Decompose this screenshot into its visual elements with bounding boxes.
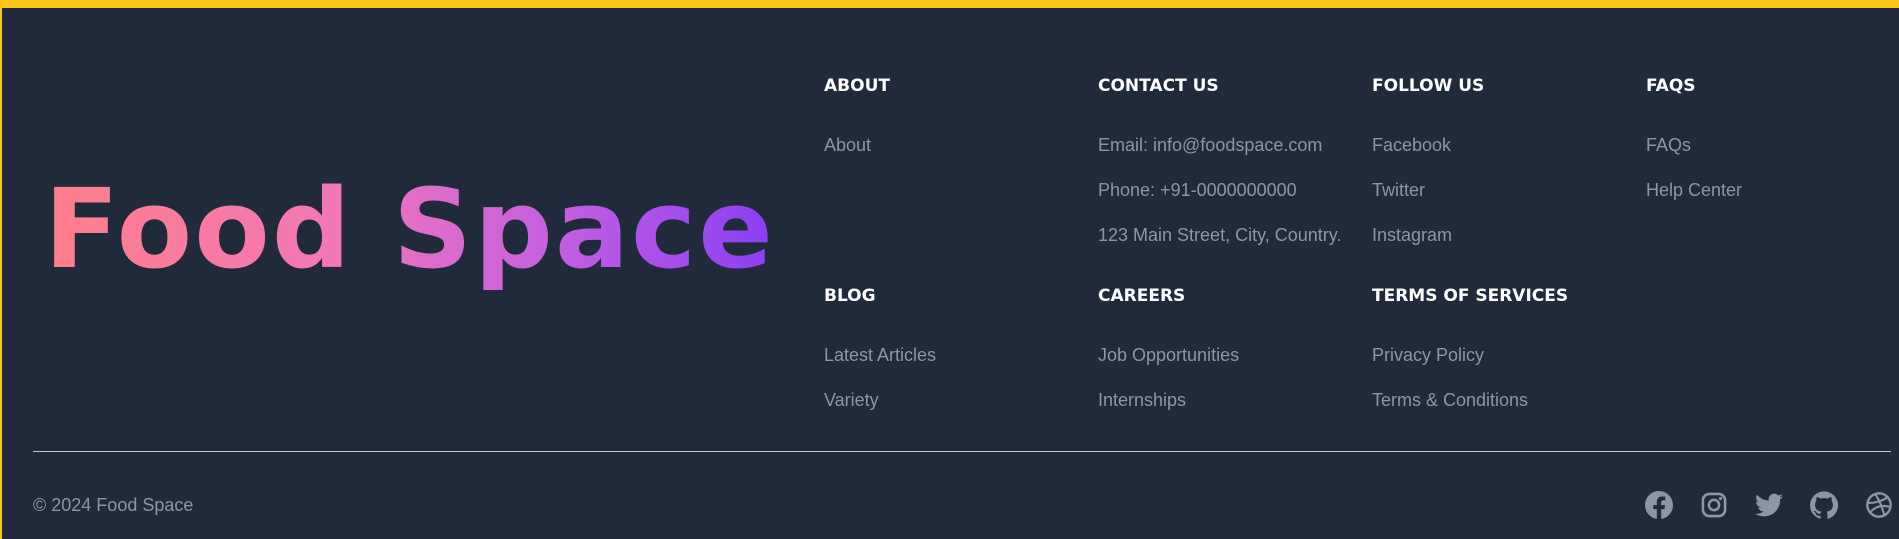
faqs-links: FAQs Help Center	[1646, 134, 1742, 224]
instagram-link[interactable]: Instagram	[1372, 225, 1452, 245]
careers-heading: CAREERS	[1098, 286, 1186, 306]
list-item: Help Center	[1646, 179, 1742, 224]
list-item: Variety	[824, 389, 936, 434]
list-item: Phone: +91-0000000000	[1098, 179, 1341, 224]
brand-logo: Food Space	[44, 165, 775, 293]
list-item: Terms & Conditions	[1372, 389, 1528, 434]
careers-links: Job Opportunities Internships	[1098, 344, 1239, 434]
faqs-link[interactable]: FAQs	[1646, 135, 1691, 155]
faqs-heading: FAQS	[1646, 76, 1696, 96]
footer-divider	[33, 451, 1891, 452]
github-icon[interactable]	[1810, 491, 1838, 519]
facebook-icon-glyph	[1645, 491, 1673, 519]
list-item: Instagram	[1372, 224, 1452, 269]
contact-address-link[interactable]: 123 Main Street, City, Country.	[1098, 225, 1341, 245]
dribbble-icon[interactable]	[1865, 491, 1893, 519]
contact-email-link[interactable]: Email: info@foodspace.com	[1098, 135, 1322, 155]
terms-heading: TERMS OF SERVICES	[1372, 286, 1569, 306]
list-item: Twitter	[1372, 179, 1452, 224]
privacy-policy-link[interactable]: Privacy Policy	[1372, 345, 1484, 365]
terms-conditions-link[interactable]: Terms & Conditions	[1372, 390, 1528, 410]
follow-heading: FOLLOW US	[1372, 76, 1485, 96]
about-link[interactable]: About	[824, 135, 871, 155]
site-footer: Food Space ABOUT About CONTACT US Email:…	[0, 0, 1899, 539]
job-opportunities-link[interactable]: Job Opportunities	[1098, 345, 1239, 365]
contact-heading: CONTACT US	[1098, 76, 1219, 96]
twitter-icon[interactable]	[1755, 491, 1783, 519]
list-item: Privacy Policy	[1372, 344, 1528, 389]
list-item: Latest Articles	[824, 344, 936, 389]
latest-articles-link[interactable]: Latest Articles	[824, 345, 936, 365]
instagram-icon-glyph	[1701, 492, 1727, 518]
facebook-icon[interactable]	[1645, 491, 1673, 519]
blog-links: Latest Articles Variety	[824, 344, 936, 434]
terms-links: Privacy Policy Terms & Conditions	[1372, 344, 1528, 434]
list-item: FAQs	[1646, 134, 1742, 179]
instagram-icon[interactable]	[1700, 491, 1728, 519]
help-center-link[interactable]: Help Center	[1646, 180, 1742, 200]
list-item: Facebook	[1372, 134, 1452, 179]
list-item: Internships	[1098, 389, 1239, 434]
internships-link[interactable]: Internships	[1098, 390, 1186, 410]
copyright-text: © 2024 Food Space	[33, 495, 194, 515]
list-item: 123 Main Street, City, Country.	[1098, 224, 1341, 269]
twitter-link[interactable]: Twitter	[1372, 180, 1425, 200]
github-icon-glyph	[1810, 491, 1838, 519]
facebook-link[interactable]: Facebook	[1372, 135, 1451, 155]
contact-phone-link[interactable]: Phone: +91-0000000000	[1098, 180, 1297, 200]
follow-links: Facebook Twitter Instagram	[1372, 134, 1452, 269]
variety-link[interactable]: Variety	[824, 390, 879, 410]
list-item: Job Opportunities	[1098, 344, 1239, 389]
list-item: Email: info@foodspace.com	[1098, 134, 1341, 179]
twitter-icon-glyph	[1755, 493, 1783, 517]
list-item: About	[824, 134, 871, 179]
about-links: About	[824, 134, 871, 179]
blog-heading: BLOG	[824, 286, 876, 306]
contact-links: Email: info@foodspace.com Phone: +91-000…	[1098, 134, 1341, 269]
about-heading: ABOUT	[824, 76, 890, 96]
dribbble-icon-glyph	[1866, 492, 1892, 518]
